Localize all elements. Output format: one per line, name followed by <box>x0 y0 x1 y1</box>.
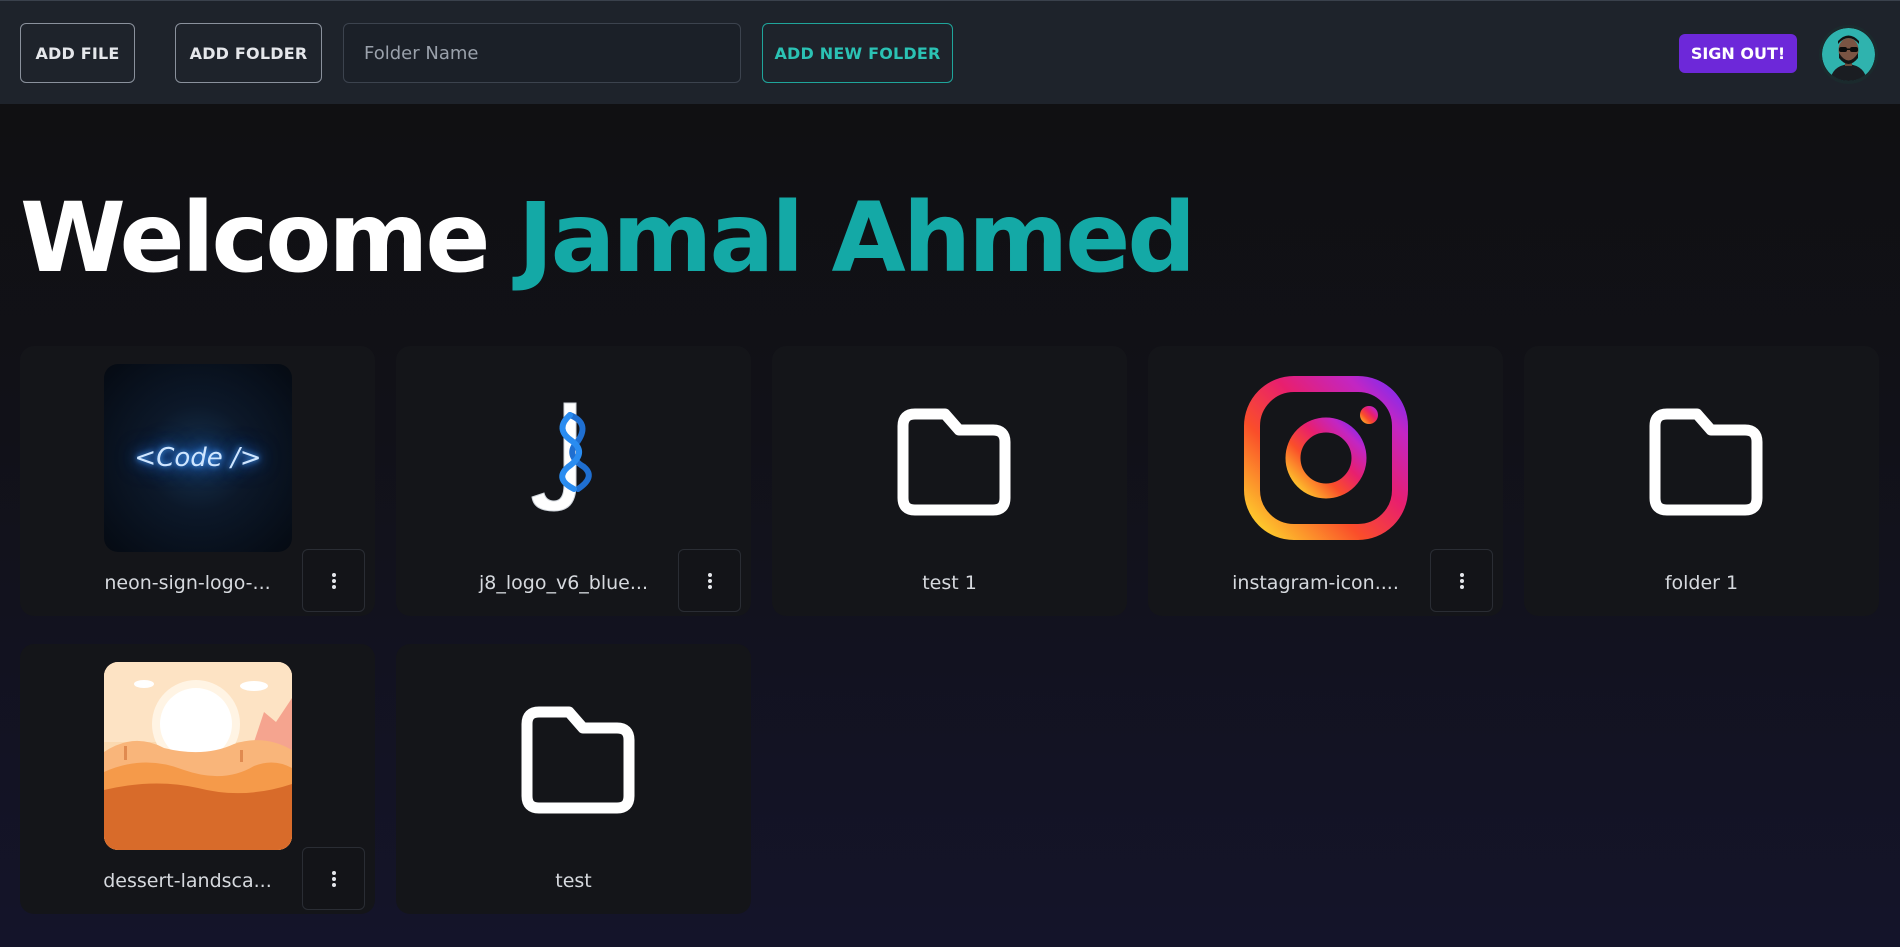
file-name: j8_logo_v6_blue... <box>479 572 648 594</box>
more-vertical-icon <box>707 572 712 589</box>
neon-code-sign-text: <Code /> <box>134 443 262 473</box>
sign-out-button[interactable]: SIGN OUT! <box>1679 34 1797 73</box>
more-vertical-icon <box>331 870 336 887</box>
folder-icon <box>1649 408 1763 516</box>
file-card[interactable]: instagram-icon.... <box>1148 346 1503 616</box>
file-menu-button[interactable] <box>678 549 741 612</box>
user-avatar[interactable] <box>1819 25 1878 84</box>
welcome-heading: Welcome Jamal Ahmed <box>20 178 1196 298</box>
add-folder-button[interactable]: ADD FOLDER <box>175 23 322 83</box>
folder-card[interactable]: test <box>396 644 751 914</box>
file-menu-button[interactable] <box>302 549 365 612</box>
file-card[interactable]: j8_logo_v6_blue... <box>396 346 751 616</box>
instagram-logo-image <box>1232 364 1420 552</box>
file-name: dessert-landsca... <box>103 870 272 892</box>
folder-name: test <box>555 870 592 892</box>
more-vertical-icon <box>331 572 336 589</box>
folder-name: folder 1 <box>1664 572 1739 594</box>
folder-icon <box>521 706 635 814</box>
folder-card[interactable]: test 1 <box>772 346 1127 616</box>
file-card[interactable]: <Code /> neon-sign-logo-... <box>20 346 375 616</box>
folder-card[interactable]: folder 1 <box>1524 346 1879 616</box>
folder-icon <box>897 408 1011 516</box>
j8-logo-image <box>480 364 668 552</box>
welcome-greeting: Welcome <box>20 182 490 294</box>
desert-landscape-image <box>104 662 292 850</box>
top-toolbar: ADD FILE ADD FOLDER ADD NEW FOLDER SIGN … <box>0 0 1900 104</box>
file-name: neon-sign-logo-... <box>104 572 271 594</box>
file-card[interactable]: dessert-landsca... <box>20 644 375 914</box>
add-new-folder-button[interactable]: ADD NEW FOLDER <box>762 23 953 83</box>
neon-code-sign-image: <Code /> <box>104 364 292 552</box>
file-menu-button[interactable] <box>302 847 365 910</box>
file-menu-button[interactable] <box>1430 549 1493 612</box>
welcome-user-name: Jamal Ahmed <box>517 182 1196 294</box>
folder-name: test 1 <box>922 572 977 594</box>
file-name: instagram-icon.... <box>1232 572 1399 594</box>
folder-name-input[interactable] <box>343 23 741 83</box>
more-vertical-icon <box>1459 572 1464 589</box>
add-file-button[interactable]: ADD FILE <box>20 23 135 83</box>
